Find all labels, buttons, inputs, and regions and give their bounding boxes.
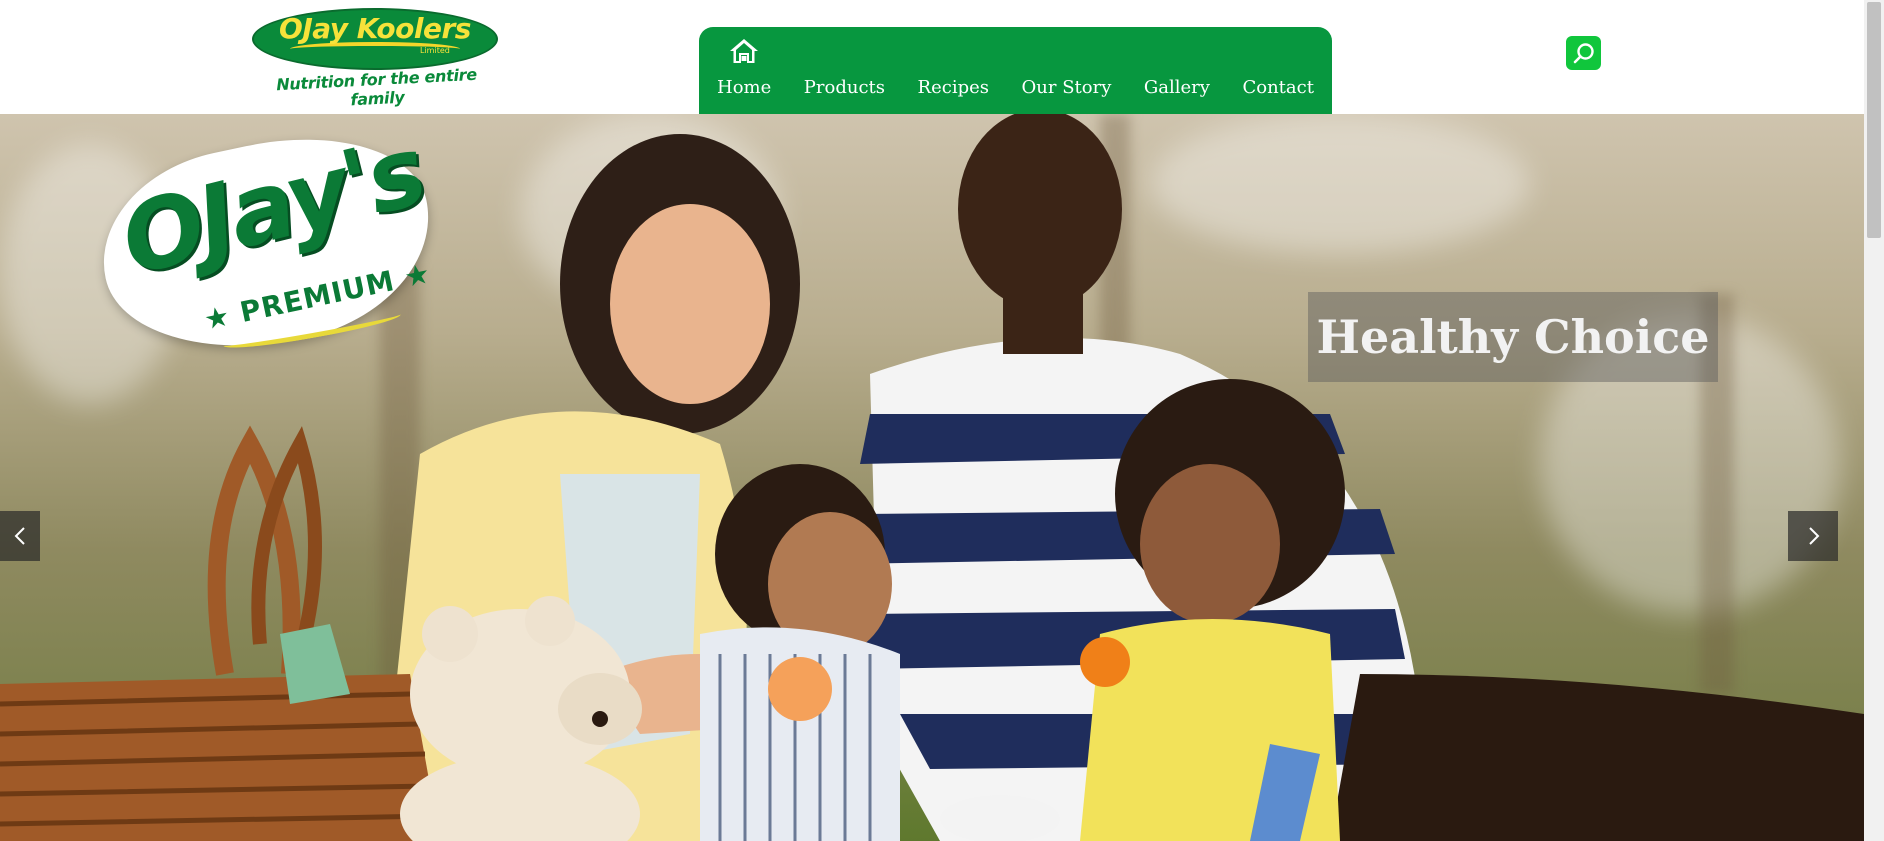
logo-tagline: Nutrition for the entire family	[275, 64, 478, 110]
nav-item-contact[interactable]: Contact	[1242, 77, 1313, 98]
slide-caption: Healthy Choice	[1308, 292, 1718, 382]
page-scrollbar[interactable]	[1864, 0, 1884, 841]
logo-name: OJay Koolers	[279, 12, 471, 45]
nav-item-recipes[interactable]: Recipes	[918, 77, 989, 98]
nav-label-home: Home	[717, 77, 772, 98]
nav-item-gallery[interactable]: Gallery	[1144, 77, 1210, 98]
hero-slider: OJay's ★ PREMIUM ★ Healthy Choice	[0, 114, 1864, 841]
slide-caption-text: Healthy Choice	[1316, 310, 1710, 364]
main-nav: Home Products Recipes Our Story Gallery …	[699, 27, 1332, 114]
site-header: OJay Koolers Limited Nutrition for the e…	[0, 0, 1864, 114]
brand-logo[interactable]: OJay Koolers Limited Nutrition for the e…	[250, 6, 500, 109]
premium-badge: OJay's ★ PREMIUM ★	[84, 114, 452, 377]
search-icon	[1573, 43, 1594, 64]
logo-limited: Limited	[420, 46, 450, 55]
home-icon	[730, 39, 759, 63]
chevron-right-icon	[1809, 527, 1820, 545]
nav-item-products[interactable]: Products	[804, 77, 885, 98]
search-button[interactable]	[1566, 36, 1601, 70]
nav-item-home[interactable]: Home	[717, 39, 772, 98]
scrollbar-thumb[interactable]	[1867, 2, 1881, 238]
slider-prev-button[interactable]	[0, 511, 40, 561]
nav-item-our-story[interactable]: Our Story	[1022, 77, 1112, 98]
slider-next-button[interactable]	[1788, 511, 1838, 561]
chevron-left-icon	[14, 527, 25, 545]
